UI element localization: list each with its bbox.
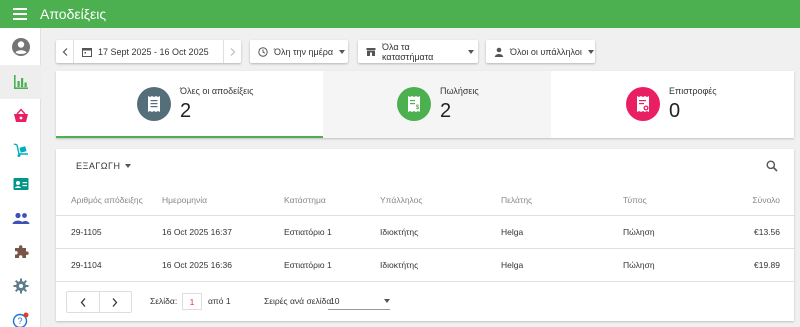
receipt-total: €13.56 (754, 227, 780, 237)
column-header[interactable]: Αριθμός απόδειξης (71, 184, 143, 215)
caret-down-icon (339, 49, 346, 54)
prev-page-button[interactable] (67, 292, 100, 312)
sidebar-item-integrations[interactable] (0, 235, 41, 269)
receipt-employee: Ιδιοκτήτης (380, 260, 419, 270)
page-number-input[interactable]: 1 (182, 293, 202, 310)
chevron-left-icon (80, 297, 86, 307)
date-range-label: 17 Sept 2025 - 16 Oct 2025 (98, 46, 209, 57)
table-row[interactable]: 29-1105 16 Oct 2025 16:37 Εστιατόριο 1 Ι… (56, 216, 794, 249)
sidebar-item-settings[interactable] (0, 269, 41, 303)
sales-receipt-icon: $ (397, 87, 431, 121)
store-filter-dropdown[interactable]: Όλα τα καταστήματα (358, 40, 478, 63)
receipt-customer: Helga (501, 227, 524, 237)
receipt-total: €19.89 (754, 260, 780, 270)
chevron-left-icon (62, 47, 67, 56)
puzzle-icon (14, 245, 29, 258)
receipt-employee: Ιδιοκτήτης (380, 227, 419, 237)
bar-chart-icon (13, 75, 28, 89)
refund-receipt-icon (626, 87, 660, 121)
caret-down-icon (124, 164, 131, 168)
page-label: Σελίδα: (150, 296, 178, 306)
pagination: Σελίδα: 1 από 1 Σειρές ανά σελίδα: 10 (66, 291, 786, 313)
chevron-right-icon (112, 297, 118, 307)
sales-value: 2 (440, 100, 452, 122)
employee-filter-label: Όλοι οι υπάλληλοι (510, 46, 582, 57)
next-page-button[interactable] (100, 292, 132, 312)
all-receipts-value: 2 (180, 100, 192, 122)
search-icon[interactable] (766, 159, 778, 177)
export-label: ΕΞΑΓΩΓΗ (76, 161, 121, 171)
receipt-store: Εστιατόριο 1 (284, 260, 332, 270)
time-filter-label: Όλη την ημέρα (274, 46, 334, 57)
column-header[interactable]: Τύπος (623, 184, 647, 215)
receipt-date: 16 Oct 2025 16:36 (162, 260, 232, 270)
caret-down-icon (384, 299, 390, 303)
store-icon (366, 47, 376, 56)
sidebar-item-sales[interactable] (0, 99, 41, 133)
receipt-number: 29-1105 (71, 227, 102, 237)
store-filter-label: Όλα τα καταστήματα (382, 41, 434, 62)
time-filter-dropdown[interactable]: Όλη την ημέρα (250, 40, 348, 63)
account-circle-icon (11, 38, 30, 56)
column-header[interactable]: Σύνολο (696, 184, 780, 215)
person-icon (494, 47, 504, 57)
clock-icon (258, 46, 268, 57)
sidebar: ? (0, 28, 41, 327)
dolly-icon (13, 143, 28, 157)
svg-text:?: ? (17, 316, 22, 326)
page-nav-buttons (66, 291, 132, 313)
people-icon (12, 212, 29, 224)
receipts-panel: ΕΞΑΓΩΓΗ Αριθμός απόδειξης Ημερομηνία Κατ… (56, 149, 794, 321)
app-bar: Αποδείξεις (0, 0, 800, 28)
date-range-button[interactable]: 17 Sept 2025 - 16 Oct 2025 (74, 40, 223, 63)
receipt-type: Πώληση (623, 260, 655, 270)
receipt-customer: Helga (501, 260, 524, 270)
employee-filter-dropdown[interactable]: Όλοι οι υπάλληλοι (486, 40, 595, 63)
sales-label: Πωλήσεις (440, 86, 479, 96)
page-of-label: από 1 (208, 296, 231, 306)
page-title: Αποδείξεις (40, 6, 107, 22)
column-header[interactable]: Ημερομηνία (162, 184, 207, 215)
column-header[interactable]: Πελάτης (501, 184, 532, 215)
export-button[interactable]: ΕΞΑΓΩΓΗ (76, 161, 131, 171)
basket-icon (13, 108, 28, 122)
sales-card[interactable]: $ Πωλήσεις 2 (323, 71, 551, 138)
rows-per-page-label: Σειρές ανά σελίδα: (264, 296, 334, 306)
refunds-value: 0 (669, 100, 681, 122)
menu-icon[interactable] (0, 0, 40, 28)
summary-cards: Όλες οι αποδείξεις 2 $ Πωλήσεις 2 Επιστρ… (56, 71, 794, 138)
sidebar-item-employees[interactable] (0, 201, 41, 235)
column-header[interactable]: Υπάλληλος (380, 184, 423, 215)
all-receipts-card[interactable]: Όλες οι αποδείξεις 2 (56, 71, 323, 138)
rows-per-page-value: 10 (330, 296, 340, 306)
sidebar-item-customers[interactable] (0, 167, 41, 201)
all-receipts-label: Όλες οι αποδείξεις (180, 86, 254, 96)
receipt-store: Εστιατόριο 1 (284, 227, 332, 237)
sidebar-item-account[interactable] (0, 30, 41, 64)
gear-icon (13, 278, 28, 294)
contact-card-icon (13, 178, 28, 190)
table-row[interactable]: 29-1104 16 Oct 2025 16:36 Εστιατόριο 1 Ι… (56, 249, 794, 282)
calendar-icon (82, 47, 92, 57)
sidebar-item-inventory[interactable] (0, 133, 41, 167)
receipt-date: 16 Oct 2025 16:37 (162, 227, 232, 237)
prev-period-button[interactable] (56, 40, 74, 63)
next-period-button[interactable] (223, 40, 241, 63)
receipt-type: Πώληση (623, 227, 655, 237)
rows-per-page-select[interactable]: 10 (328, 293, 390, 310)
sidebar-item-reports[interactable] (0, 65, 41, 99)
refunds-card[interactable]: Επιστροφές 0 (551, 71, 794, 138)
refunds-label: Επιστροφές (669, 86, 717, 96)
caret-down-icon (587, 49, 594, 54)
table-header: Αριθμός απόδειξης Ημερομηνία Κατάστημα Υ… (56, 184, 794, 216)
sidebar-item-help[interactable]: ? (0, 303, 41, 327)
help-icon: ? (12, 312, 28, 327)
date-range-picker: 17 Sept 2025 - 16 Oct 2025 (56, 40, 241, 63)
column-header[interactable]: Κατάστημα (284, 184, 326, 215)
caret-down-icon (468, 49, 474, 54)
chevron-right-icon (230, 47, 235, 56)
receipt-icon (137, 87, 171, 121)
receipt-number: 29-1104 (71, 260, 102, 270)
